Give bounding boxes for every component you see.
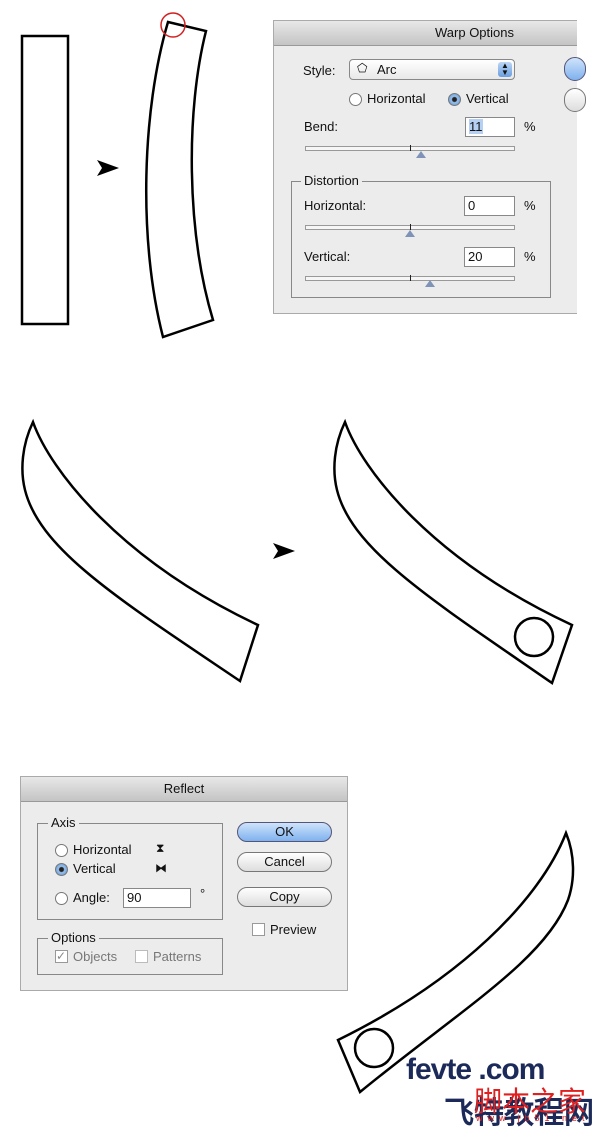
patterns-checkbox[interactable] xyxy=(135,950,148,963)
hole-circle xyxy=(513,616,555,658)
bend-label: Bend: xyxy=(304,119,338,134)
vertical-slider-thumb[interactable] xyxy=(425,280,435,287)
straight-rectangle-shape xyxy=(20,34,70,326)
horizontal-label: Horizontal xyxy=(73,842,132,857)
angle-radio[interactable] xyxy=(55,892,68,905)
objects-checkbox[interactable]: ✓ xyxy=(55,950,68,963)
style-label: Style: xyxy=(303,63,336,78)
dialog-title: Warp Options xyxy=(274,21,577,46)
horizontal-label: Horizontal xyxy=(367,91,426,106)
angle-label: Angle: xyxy=(73,890,110,905)
degree-label: ° xyxy=(200,886,206,901)
axis-label: Axis xyxy=(48,815,79,830)
hole-circle xyxy=(353,1027,395,1069)
cancel-button[interactable]: Cancel xyxy=(237,852,332,872)
vertical-distortion-input[interactable]: 20 xyxy=(464,247,515,267)
horizontal-slider-thumb[interactable] xyxy=(405,230,415,237)
dialog-title: Reflect xyxy=(21,777,347,802)
bend-input[interactable]: 11 xyxy=(465,117,515,137)
arc-icon: ⬠ xyxy=(357,61,368,75)
patterns-label: Patterns xyxy=(153,949,202,964)
ok-button[interactable] xyxy=(564,57,586,81)
slider-center-tick xyxy=(410,145,411,151)
vertical-label: Vertical xyxy=(466,91,509,106)
objects-label: Objects xyxy=(73,949,118,964)
copy-button[interactable]: Copy xyxy=(237,887,332,907)
horizontal-radio[interactable] xyxy=(55,844,68,857)
bend-value: 11 xyxy=(469,119,483,134)
reflect-vertical-icon: ⧓ xyxy=(155,861,167,875)
horizontal-distortion-label: Horizontal: xyxy=(304,198,367,213)
warp-options-dialog: Warp Options Style: ⬠ Arc ▲ ▼ Horizontal … xyxy=(273,20,586,314)
vertical-distortion-label: Vertical: xyxy=(304,249,351,264)
arrow-right-icon xyxy=(97,160,119,176)
vertical-radio[interactable] xyxy=(448,93,461,106)
percent-label: % xyxy=(524,119,536,134)
vertical-radio[interactable] xyxy=(55,863,68,876)
percent-label: % xyxy=(524,249,536,264)
warped-arc-shape xyxy=(144,20,215,339)
bend-slider-thumb[interactable] xyxy=(416,151,426,158)
style-select[interactable]: ⬠ Arc ▲ ▼ xyxy=(349,59,515,80)
preview-label: Preview xyxy=(270,922,317,937)
reflect-dialog: Reflect Axis Horizontal ⧗ Vertical ⧓ Ang… xyxy=(20,776,348,991)
slider-center-tick xyxy=(410,275,411,281)
angle-input[interactable]: 90 xyxy=(123,888,191,908)
ok-button[interactable]: OK xyxy=(237,822,332,842)
style-value: Arc xyxy=(377,62,397,77)
vertical-label: Vertical xyxy=(73,861,116,876)
horizontal-radio[interactable] xyxy=(349,93,362,106)
arc-with-hole-shape xyxy=(333,418,574,685)
arrow-right-icon xyxy=(273,543,295,559)
rotated-arc-shape xyxy=(21,418,260,683)
distortion-label: Distortion xyxy=(301,173,362,188)
percent-label: % xyxy=(524,198,536,213)
watermark-url: www.jb51.net xyxy=(476,1113,590,1123)
chevron-updown-icon: ▲ ▼ xyxy=(498,62,512,77)
options-label: Options xyxy=(48,930,99,945)
horizontal-distortion-input[interactable]: 0 xyxy=(464,196,515,216)
cancel-button[interactable] xyxy=(564,88,586,112)
preview-checkbox[interactable] xyxy=(252,923,265,936)
reflect-horizontal-icon: ⧗ xyxy=(156,841,165,855)
